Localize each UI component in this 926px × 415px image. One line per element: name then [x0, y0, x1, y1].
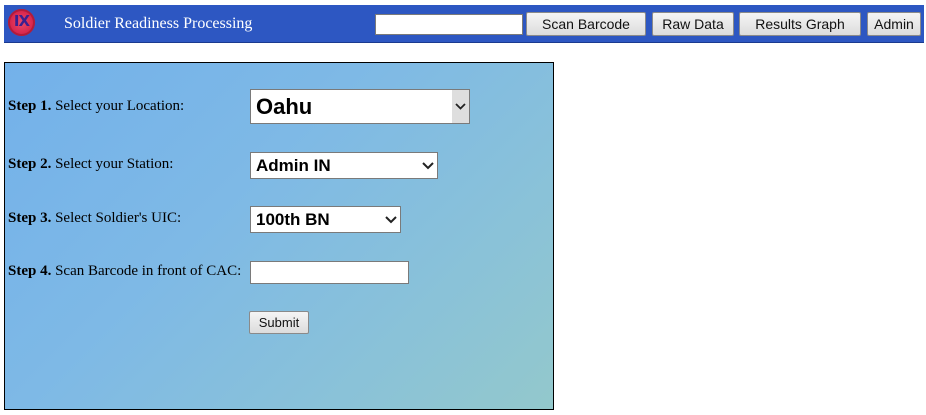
- step-1-label: Step 1. Select your Location:: [8, 98, 184, 115]
- chevron-down-icon: [419, 153, 437, 178]
- step-3-number: Step 3.: [8, 210, 52, 226]
- admin-button[interactable]: Admin: [867, 12, 921, 36]
- app-title: Soldier Readiness Processing: [64, 15, 253, 32]
- chevron-down-icon: [382, 207, 400, 232]
- step-4-number: Step 4.: [8, 263, 52, 279]
- raw-data-button[interactable]: Raw Data: [652, 12, 734, 36]
- cac-barcode-input[interactable]: [250, 261, 409, 284]
- step-2-number: Step 2.: [8, 156, 52, 172]
- scan-barcode-button[interactable]: Scan Barcode: [526, 12, 646, 36]
- logo-text: IX: [13, 12, 30, 30]
- step-3-label: Step 3. Select Soldier's UIC:: [8, 210, 181, 227]
- station-select[interactable]: Admin IN: [250, 152, 438, 179]
- ix-logo-icon: IX: [8, 9, 35, 36]
- step-3-text: Select Soldier's UIC:: [55, 210, 182, 226]
- step-1-number: Step 1.: [8, 98, 52, 114]
- header-bar: IX Soldier Readiness Processing Scan Bar…: [4, 5, 924, 43]
- location-select[interactable]: Oahu: [250, 89, 470, 124]
- results-graph-button[interactable]: Results Graph: [739, 12, 861, 36]
- location-selected-value: Oahu: [256, 94, 313, 119]
- submit-button[interactable]: Submit: [249, 311, 309, 334]
- uic-select[interactable]: 100th BN: [250, 206, 401, 233]
- step-2-text: Select your Station:: [55, 156, 174, 172]
- step-4-label: Step 4. Scan Barcode in front of CAC:: [8, 263, 241, 280]
- step-2-label: Step 2. Select your Station:: [8, 156, 173, 173]
- step-4-text: Scan Barcode in front of CAC:: [55, 263, 242, 279]
- barcode-search-input[interactable]: [375, 14, 523, 35]
- readiness-form-panel: Step 1. Select your Location: Oahu Step …: [4, 62, 554, 410]
- step-1-text: Select your Location:: [55, 98, 185, 114]
- station-selected-value: Admin IN: [256, 156, 331, 175]
- uic-selected-value: 100th BN: [256, 210, 330, 229]
- chevron-down-icon: [452, 90, 469, 123]
